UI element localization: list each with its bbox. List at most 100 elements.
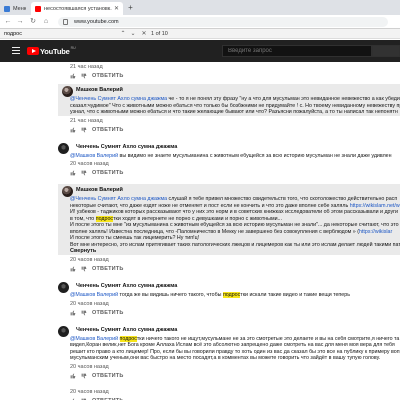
avatar[interactable]: [58, 325, 69, 337]
collapse-link[interactable]: Свернуть: [70, 248, 96, 254]
browser-tab-bar: Меню несостоявшаяся установк... ✕ +: [0, 0, 400, 15]
comment-author[interactable]: Ченчень Сумнят Ахло сумна джажма: [76, 283, 177, 289]
back-icon[interactable]: ←: [4, 18, 12, 26]
address-bar-row: ← → ↻ ⌂ www.youtube.com: [0, 15, 400, 29]
youtube-search-input[interactable]: [222, 45, 372, 57]
reply-button[interactable]: ОТВЕТИТЬ: [92, 310, 124, 316]
avatar[interactable]: [58, 142, 69, 154]
search-button[interactable]: [372, 45, 400, 57]
youtube-play-icon: [27, 47, 39, 55]
comment-timestamp[interactable]: 20 часов назад: [70, 364, 109, 370]
thumbs-up-icon[interactable]: [70, 170, 76, 176]
thumbs-up-icon[interactable]: [70, 266, 76, 272]
tab-menu[interactable]: Меню: [0, 2, 30, 15]
thumbs-up-icon[interactable]: [70, 373, 76, 379]
youtube-favicon-icon: [35, 5, 41, 12]
thumbs-up-icon[interactable]: [70, 310, 76, 316]
comment-author[interactable]: Ченчень Сумнят Ахло сумна джажма: [76, 144, 177, 150]
find-prev-icon[interactable]: ⌃: [119, 30, 127, 38]
thumbs-down-icon[interactable]: [81, 310, 87, 316]
avatar[interactable]: [58, 282, 69, 293]
home-icon[interactable]: ⌂: [42, 18, 50, 26]
reply-button[interactable]: ОТВЕТИТЬ: [92, 127, 124, 133]
mention-link[interactable]: https://wikislar: [359, 229, 392, 235]
comment-text: некоторые считают, что даже ездят ноже н…: [70, 202, 350, 209]
comment-text: И! узбеков - таджиков которых рассказыва…: [70, 209, 398, 215]
comment-actions: ОТВЕТИТЬ: [70, 73, 124, 79]
comment-text: че - то я не понял эту фразу "ну а что д…: [167, 96, 400, 102]
comment-text-line: Вот мне интересно, это ислам притягивает…: [70, 242, 400, 249]
mention-link[interactable]: https://wikislam.net/wiki/: [350, 203, 400, 209]
comment-timestamp[interactable]: 20 часов назад: [70, 301, 109, 307]
thumbs-down-icon[interactable]: [81, 170, 87, 176]
comment-text: решит кто право а кто лицемер! Про, если…: [70, 348, 400, 355]
comment-text: мусульманским ученым,они вас быстро на м…: [70, 355, 381, 361]
comment-text: видел,Коран велик,нет Бога кроме Аллаха …: [70, 342, 395, 348]
find-close-icon[interactable]: ✕: [140, 30, 148, 38]
favicon-icon: [4, 5, 10, 12]
mention-link[interactable]: @Машков Валерий: [70, 153, 118, 159]
reply-button[interactable]: ОТВЕТИТЬ: [92, 170, 124, 176]
comment-author[interactable]: Машков Валерий: [76, 187, 123, 193]
new-tab-icon[interactable]: +: [126, 3, 135, 12]
thumbs-down-icon[interactable]: [81, 266, 87, 272]
comment-text-line: @Машков Валерий вы видимо не знаете мусу…: [70, 153, 400, 160]
close-icon[interactable]: ✕: [114, 5, 119, 12]
mention-link[interactable]: @Машков Валерий: [70, 292, 118, 298]
reply-button[interactable]: ОТВЕТИТЬ: [92, 266, 124, 272]
comment-text: И после этого ты мне "из мусульманина с …: [70, 222, 400, 228]
comment-timestamp[interactable]: 20 часов назад: [70, 257, 109, 263]
find-next-icon[interactable]: ⌄: [129, 30, 137, 38]
forward-icon[interactable]: →: [16, 18, 24, 26]
youtube-wordmark: YouTube: [40, 46, 70, 56]
thumbs-up-icon[interactable]: [70, 73, 76, 79]
thumbs-down-icon[interactable]: [81, 73, 87, 79]
comment-text: слушай я тебе привел множество свидетель…: [167, 196, 398, 202]
youtube-logo[interactable]: YouTube RU: [27, 46, 76, 56]
comment-text: вполне халяль! Известна последница, что …: [70, 228, 359, 235]
comment-actions: ОТВЕТИТЬ: [70, 127, 124, 133]
search-highlight: подрос: [222, 292, 241, 298]
tab-label: несостоявшаяся установк...: [44, 5, 112, 12]
comment-author[interactable]: Машков Валерий: [76, 87, 123, 93]
find-bar: ⌃ ⌄ ✕ 1 of 10: [0, 29, 400, 39]
mention-link[interactable]: @Машков Валерий: [70, 336, 118, 342]
comment-text: тки ничего такого не ищут,мусульмане не …: [136, 335, 400, 342]
comment-timestamp[interactable]: 20 часов назад: [70, 161, 109, 167]
comments-section: 21 час назад ОТВЕТИТЬ Машков Валерий @Ченче…: [0, 62, 400, 400]
comment-text: тогда же вы видишь ничего такого, чтобы: [118, 292, 223, 298]
search-highlight: подрос: [119, 335, 137, 342]
reload-icon[interactable]: ↻: [29, 18, 37, 26]
comment-text-line: мусульманским ученым,они вас быстро на м…: [70, 355, 400, 362]
url-field[interactable]: www.youtube.com: [58, 17, 388, 27]
comment-text: Вот мне интересно, это ислам притягивает…: [70, 241, 400, 248]
thumbs-down-icon[interactable]: [81, 373, 87, 379]
comment-text-line: узнал, что с животными можно ебаться и ч…: [70, 109, 400, 116]
region-code: RU: [70, 46, 76, 50]
comment-actions: ОТВЕТИТЬ: [70, 373, 124, 379]
comment-timestamp[interactable]: 21 час назад: [70, 118, 103, 124]
comment-timestamp: 20 часов назад: [70, 388, 109, 395]
thumbs-down-icon[interactable]: [81, 127, 87, 133]
comment-actions: ОТВЕТИТЬ: [70, 310, 124, 316]
tab-youtube-video[interactable]: несостоявшаяся установк... ✕: [31, 2, 123, 15]
thumbs-up-icon[interactable]: [70, 127, 76, 133]
comment-actions: ОТВЕТИТЬ: [70, 170, 124, 176]
mention-link[interactable]: @Ченчень Сумнят Ахло сумна джажма: [70, 96, 167, 102]
comment-text: тки ходят в интернете не порно с девушка…: [113, 215, 282, 222]
mention-link[interactable]: @Ченчень Сумнят Ахло сумна джажма: [70, 196, 167, 202]
url-text: www.youtube.com: [74, 19, 119, 25]
comment-text: И после этого ты смеешь так лицемерить? …: [70, 235, 200, 241]
find-match-count: 1 of 10: [151, 31, 168, 37]
lock-icon: [63, 19, 68, 25]
comment-text: тки искали такие видео и такие вещи тепе…: [240, 292, 350, 298]
search-highlight: подрос: [95, 215, 114, 222]
tab-label: Меню: [13, 5, 26, 12]
reply-button[interactable]: ОТВЕТИТЬ: [92, 73, 124, 79]
reply-button[interactable]: ОТВЕТИТЬ: [92, 373, 124, 379]
menu-icon[interactable]: [12, 47, 20, 54]
comment-text: вы видимо не знаете мусульманина с живот…: [118, 152, 392, 159]
find-input[interactable]: [4, 30, 114, 38]
comment-actions: ОТВЕТИТЬ: [70, 266, 124, 272]
comment-author[interactable]: Ченчень Сумнят Ахло сумна джажма: [76, 327, 177, 333]
